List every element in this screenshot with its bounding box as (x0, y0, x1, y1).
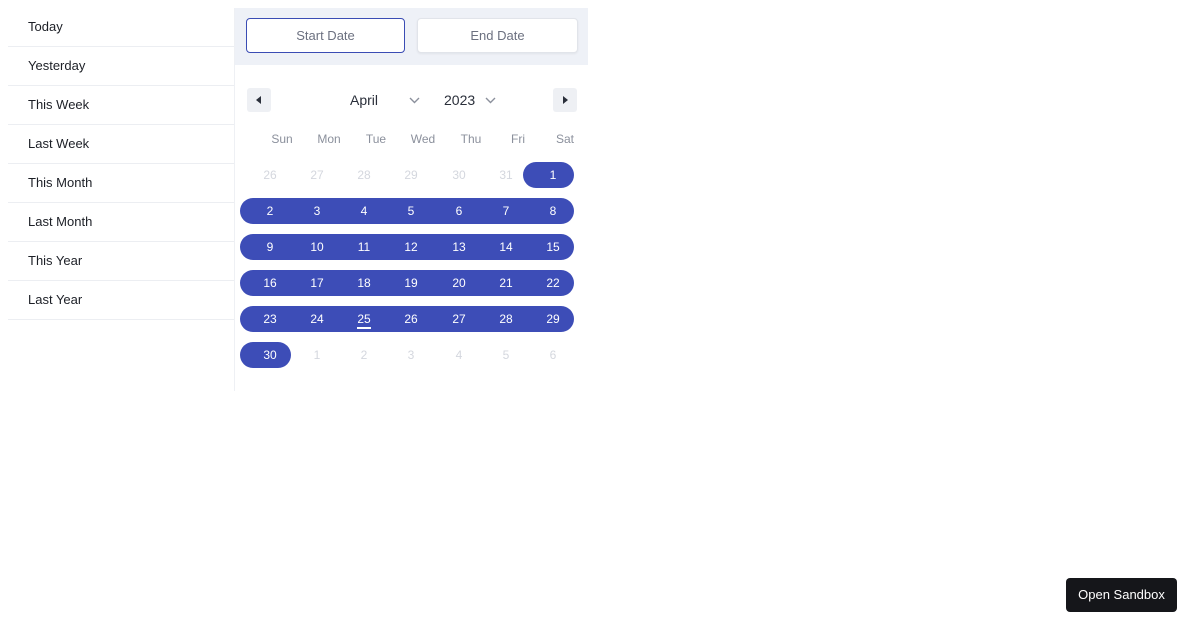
calendar-day[interactable]: 10 (297, 234, 337, 260)
calendar-day[interactable]: 17 (297, 270, 337, 296)
calendar-day-outside[interactable]: 1 (297, 342, 337, 368)
calendar-day[interactable]: 22 (533, 270, 573, 296)
calendar-day[interactable]: 12 (391, 234, 431, 260)
calendar-day[interactable]: 27 (439, 306, 479, 332)
calendar-day[interactable]: 11 (344, 234, 384, 260)
preset-last-month[interactable]: Last Month (8, 203, 234, 242)
calendar-day[interactable]: 24 (297, 306, 337, 332)
preset-this-week[interactable]: This Week (8, 86, 234, 125)
preset-list: Today Yesterday This Week Last Week This… (8, 8, 234, 320)
calendar-day[interactable]: 26 (391, 306, 431, 332)
open-sandbox-button[interactable]: Open Sandbox (1066, 578, 1177, 612)
calendar-day-outside[interactable]: 2 (344, 342, 384, 368)
calendar-day[interactable]: 16 (250, 270, 290, 296)
preset-last-year[interactable]: Last Year (8, 281, 234, 320)
calendar-day-outside[interactable]: 6 (533, 342, 573, 368)
calendar-day-outside[interactable]: 4 (439, 342, 479, 368)
preset-today[interactable]: Today (8, 8, 234, 47)
calendar-day[interactable]: 30 (250, 342, 290, 368)
calendar-day-outside[interactable]: 5 (486, 342, 526, 368)
calendar-day[interactable]: 1 (533, 162, 573, 188)
preset-last-week[interactable]: Last Week (8, 125, 234, 164)
calendar-day-outside[interactable]: 26 (250, 162, 290, 188)
calendar-day[interactable]: 15 (533, 234, 573, 260)
calendar-day-outside[interactable]: 31 (486, 162, 526, 188)
calendar-day[interactable]: 5 (391, 198, 431, 224)
date-range-picker: Start Date End Date April 2023 Sun Mon Tue… (234, 8, 588, 391)
calendar-day[interactable]: 3 (297, 198, 337, 224)
calendar-day[interactable]: 18 (344, 270, 384, 296)
calendar-day-outside[interactable]: 28 (344, 162, 384, 188)
calendar-day[interactable]: 7 (486, 198, 526, 224)
calendar-day-outside[interactable]: 27 (297, 162, 337, 188)
calendar-day[interactable]: 29 (533, 306, 573, 332)
preset-yesterday[interactable]: Yesterday (8, 47, 234, 86)
calendar-day-outside[interactable]: 30 (439, 162, 479, 188)
calendar-day[interactable]: 2 (250, 198, 290, 224)
day-grid: 26 27 28 29 30 31 1 2 3 4 5 6 7 8 9 10 11 12 13 14 15 16 17 18 1… (235, 8, 588, 391)
calendar-day-outside[interactable]: 3 (391, 342, 431, 368)
calendar-day[interactable]: 21 (486, 270, 526, 296)
calendar-day[interactable]: 20 (439, 270, 479, 296)
preset-this-year[interactable]: This Year (8, 242, 234, 281)
calendar-day[interactable]: 14 (486, 234, 526, 260)
calendar-day[interactable]: 25 (344, 306, 384, 332)
calendar-day[interactable]: 13 (439, 234, 479, 260)
calendar-day[interactable]: 4 (344, 198, 384, 224)
calendar-day[interactable]: 19 (391, 270, 431, 296)
calendar-day[interactable]: 6 (439, 198, 479, 224)
calendar-day[interactable]: 8 (533, 198, 573, 224)
calendar-day-outside[interactable]: 29 (391, 162, 431, 188)
preset-this-month[interactable]: This Month (8, 164, 234, 203)
calendar-day[interactable]: 28 (486, 306, 526, 332)
calendar-day[interactable]: 9 (250, 234, 290, 260)
calendar-day[interactable]: 23 (250, 306, 290, 332)
